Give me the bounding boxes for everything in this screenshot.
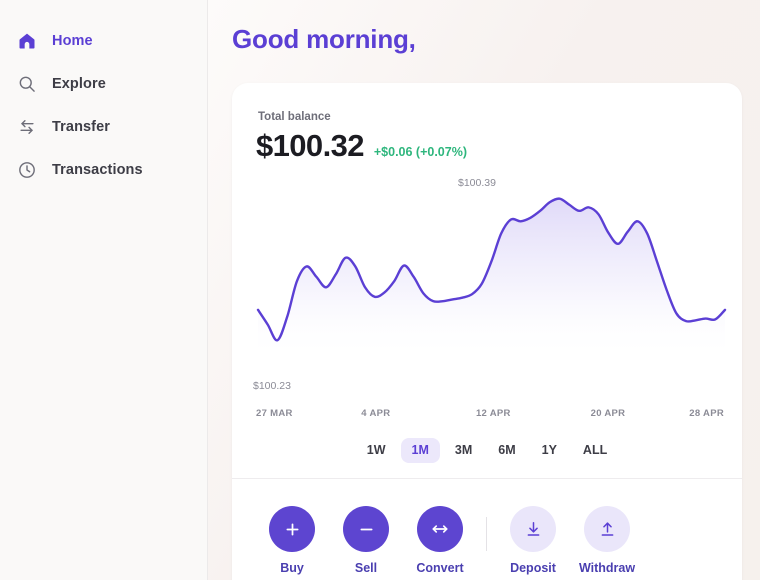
sidebar: Home Explore Transfer Transactions: [0, 0, 208, 580]
app-root: Home Explore Transfer Transactions Good …: [0, 0, 760, 580]
action-label: Buy: [280, 561, 304, 575]
page-title: Good morning,: [232, 24, 416, 54]
range-selector: 1W 1M 3M 6M 1Y ALL: [232, 438, 742, 463]
action-bar: Buy Sell Convert Deposit Withdraw: [232, 478, 742, 580]
range-button-3m[interactable]: 3M: [444, 438, 483, 463]
action-group-divider: [486, 516, 487, 551]
home-icon: [16, 30, 38, 52]
main-content: Good morning, Total balance $100.32 +$0.…: [208, 0, 760, 580]
sidebar-item-label: Transfer: [52, 119, 111, 135]
action-label: Convert: [416, 561, 464, 575]
chart-low-label: $100.23: [253, 380, 291, 392]
balance-chart[interactable]: $100.39 $100.23: [232, 177, 742, 392]
arrows-horizontal-icon[interactable]: [417, 506, 463, 552]
x-axis-tick: 20 APR: [590, 408, 626, 419]
upload-arrow-icon[interactable]: [584, 506, 630, 552]
action-sell[interactable]: Sell: [342, 506, 390, 575]
sidebar-item-explore[interactable]: Explore: [0, 69, 207, 99]
chart-svg: [256, 197, 727, 355]
balance-amount: $100.32: [256, 128, 364, 163]
action-deposit[interactable]: Deposit: [509, 506, 557, 575]
balance-row: $100.32 +$0.06 (+0.07%): [256, 128, 467, 164]
action-label: Sell: [354, 561, 378, 575]
x-axis-tick: 27 MAR: [256, 408, 293, 419]
secondary-action-group: Deposit Withdraw: [509, 506, 635, 575]
action-buy[interactable]: Buy: [268, 506, 316, 575]
chart-peak-label: $100.39: [458, 177, 496, 189]
chart-x-axis: 27 MAR 4 APR 12 APR 20 APR 28 APR: [256, 408, 724, 422]
range-button-1y[interactable]: 1Y: [531, 438, 568, 463]
sidebar-item-label: Home: [52, 33, 93, 49]
balance-card: Total balance $100.32 +$0.06 (+0.07%) $1…: [232, 83, 742, 580]
total-balance-label: Total balance: [258, 111, 331, 123]
action-withdraw[interactable]: Withdraw: [579, 506, 635, 575]
transfer-icon: [16, 116, 38, 138]
range-button-6m[interactable]: 6M: [487, 438, 526, 463]
range-button-1w[interactable]: 1W: [356, 438, 397, 463]
x-axis-tick: 4 APR: [361, 408, 391, 419]
action-label: Deposit: [510, 561, 556, 575]
sidebar-item-transactions[interactable]: Transactions: [0, 155, 207, 185]
sidebar-item-transfer[interactable]: Transfer: [0, 112, 207, 142]
chart-area-fill: [258, 198, 725, 355]
clock-icon: [16, 159, 38, 181]
sidebar-item-label: Explore: [52, 76, 106, 92]
minus-icon[interactable]: [343, 506, 389, 552]
action-convert[interactable]: Convert: [416, 506, 464, 575]
x-axis-tick: 12 APR: [475, 408, 511, 419]
sidebar-item-home[interactable]: Home: [0, 26, 207, 56]
search-icon: [16, 73, 38, 95]
balance-change: +$0.06 (+0.07%): [373, 145, 467, 159]
primary-action-group: Buy Sell Convert: [268, 506, 464, 575]
x-axis-tick: 28 APR: [689, 408, 724, 419]
action-label: Withdraw: [578, 561, 636, 575]
plus-icon[interactable]: [269, 506, 315, 552]
range-button-all[interactable]: ALL: [572, 438, 618, 463]
range-button-1m[interactable]: 1M: [400, 438, 440, 463]
download-arrow-icon[interactable]: [510, 506, 556, 552]
sidebar-item-label: Transactions: [52, 162, 143, 178]
